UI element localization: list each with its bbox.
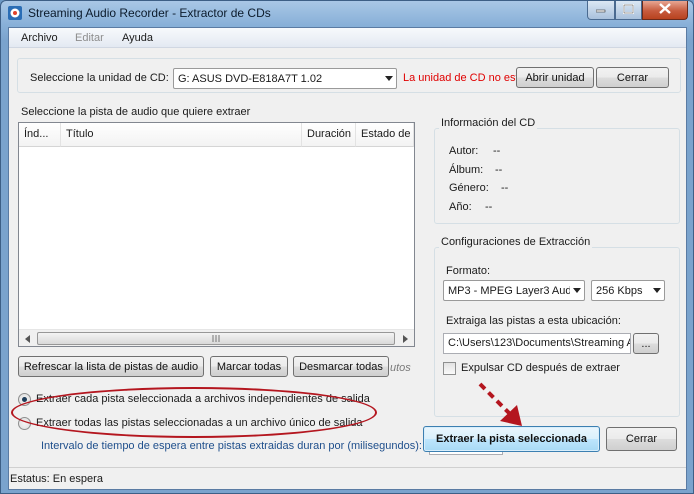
drive-select[interactable]: G: ASUS DVD-E818A7T 1.02 [173, 68, 397, 89]
cancel-button[interactable]: Cerrar [606, 427, 677, 451]
client-area: Archivo Editar Ayuda Seleccione la unida… [8, 27, 687, 490]
close-drive-button[interactable]: Cerrar [596, 67, 669, 88]
column-duration[interactable]: Duración [302, 123, 356, 147]
close-icon [659, 3, 671, 17]
annotation-arrow-icon [478, 382, 522, 426]
close-window-button[interactable] [642, 1, 688, 20]
menu-bar: Archivo Editar Ayuda [9, 28, 686, 48]
horizontal-scrollbar[interactable] [19, 329, 414, 346]
minimize-button[interactable] [587, 1, 615, 20]
column-status[interactable]: Estado de l [356, 123, 414, 147]
album-label: Álbum: [449, 164, 484, 176]
extraction-title: Configuraciones de Extracción [439, 236, 593, 248]
cd-info-title: Información del CD [439, 117, 538, 129]
column-index[interactable]: Índ... [19, 123, 61, 147]
app-icon [7, 5, 23, 21]
track-list[interactable]: Índ... Título Duración Estado de l [18, 122, 415, 347]
eject-checkbox[interactable] [443, 362, 456, 375]
format-label: Formato: [446, 265, 491, 277]
open-drive-button[interactable]: Abrir unidad [516, 67, 594, 88]
chevron-down-icon [570, 281, 584, 300]
menu-archivo[interactable]: Archivo [21, 32, 58, 44]
interval-label: Intervalo de tiempo de espera entre pist… [41, 440, 422, 452]
status-bar: Estatus: En espera [9, 467, 686, 489]
column-title[interactable]: Título [61, 123, 302, 147]
browse-button[interactable]: ... [633, 333, 659, 354]
status-text: Estatus: En espera [10, 473, 103, 485]
minimize-icon [595, 4, 606, 16]
track-prompt: Seleccione la pista de audio que quiere … [21, 106, 251, 118]
drive-warning: La unidad de CD no est [403, 72, 519, 84]
bitrate-select[interactable]: 256 Kbps [591, 280, 665, 301]
select-all-button[interactable]: Marcar todas [210, 356, 288, 377]
grip-icon [212, 335, 219, 342]
scrollbar-thumb[interactable] [37, 332, 395, 345]
location-input[interactable]: C:\Users\123\Documents\Streaming A [443, 333, 631, 354]
location-label: Extraiga las pistas a esta ubicación: [446, 315, 621, 327]
year-value: -- [485, 201, 493, 213]
eject-label: Expulsar CD después de extraer [461, 362, 620, 374]
genre-value: -- [501, 182, 509, 194]
menu-ayuda[interactable]: Ayuda [122, 32, 153, 44]
window-title: Streaming Audio Recorder - Extractor de … [28, 6, 271, 20]
genre-label: Género: [449, 182, 489, 194]
highlight-ellipse [11, 387, 377, 438]
drive-label: Seleccione la unidad de CD: [30, 72, 169, 84]
menu-editar[interactable]: Editar [75, 32, 104, 44]
bitrate-selected-value: 256 Kbps [596, 284, 643, 297]
chevron-down-icon [650, 281, 664, 300]
album-value: -- [495, 164, 503, 176]
chevron-down-icon [382, 69, 396, 88]
scroll-right-icon[interactable] [397, 330, 414, 347]
year-label: Año: [449, 201, 472, 213]
maximize-icon [623, 3, 634, 17]
drive-selected-value: G: ASUS DVD-E818A7T 1.02 [178, 72, 323, 85]
format-select[interactable]: MP3 - MPEG Layer3 Audi [443, 280, 585, 301]
format-selected-value: MP3 - MPEG Layer3 Audi [448, 284, 570, 297]
refresh-tracks-button[interactable]: Refrescar la lista de pistas de audio [18, 356, 204, 377]
author-value: -- [493, 145, 501, 157]
truncated-label: utos [390, 362, 411, 374]
maximize-button[interactable] [615, 1, 642, 20]
scroll-left-icon[interactable] [19, 330, 36, 347]
title-bar[interactable]: Streaming Audio Recorder - Extractor de … [1, 1, 693, 27]
author-label: Autor: [449, 145, 479, 157]
deselect-all-button[interactable]: Desmarcar todas [293, 356, 389, 377]
app-window: Streaming Audio Recorder - Extractor de … [0, 0, 694, 494]
